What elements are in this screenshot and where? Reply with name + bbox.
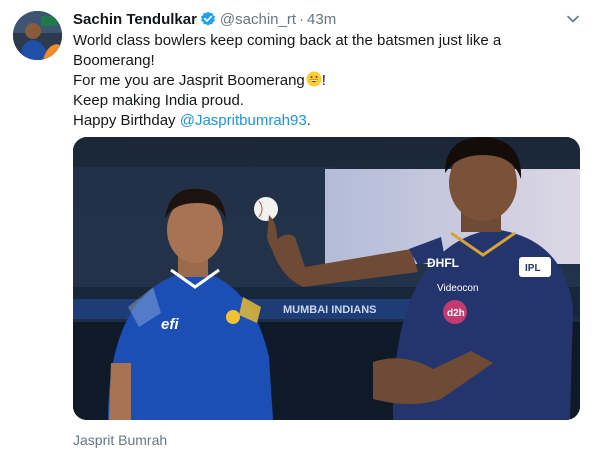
photo-tag-caption[interactable]: Jasprit Bumrah <box>73 432 167 448</box>
chevron-down-icon[interactable] <box>564 10 582 28</box>
jersey-right-sponsor-1: DHFL <box>427 256 459 270</box>
jersey-right-badge: IPL <box>525 263 541 274</box>
banner-text: MUMBAI INDIANS <box>283 304 377 316</box>
author-handle[interactable]: @sachin_rt <box>220 11 296 28</box>
jersey-right-sponsor-2: Videocon <box>437 283 479 294</box>
mention-link[interactable]: @Jaspritbumrah93 <box>180 112 307 129</box>
tweet-line-3: Keep making India proud. <box>73 92 244 109</box>
tweet-line-2: For me you are Jasprit Boomerang! <box>73 71 573 91</box>
separator-dot: · <box>299 10 305 28</box>
tweet-photo[interactable]: MUMBAI INDIANS efi DHFL Videocon d2h IPL <box>73 137 580 420</box>
tweet-line-4-prefix: Happy Birthday <box>73 112 180 129</box>
tweet-line-2-end: ! <box>321 72 326 89</box>
tweet-text: World class bowlers keep coming back at … <box>73 31 573 131</box>
author-avatar[interactable] <box>13 11 62 60</box>
grinning-face-emoji-icon <box>306 71 322 87</box>
tweet-header: Sachin Tendulkar @sachin_rt · 43m <box>73 9 336 29</box>
tweet-card[interactable]: Sachin Tendulkar @sachin_rt · 43m World … <box>0 0 598 454</box>
jersey-right-sponsor-3: d2h <box>447 308 465 319</box>
tweet-line-4: Happy Birthday @Jaspritbumrah93. <box>73 111 573 131</box>
jersey-left-logo: efi <box>161 316 179 333</box>
tweet-line-2-text: For me you are Jasprit Boomerang <box>73 72 305 89</box>
verified-badge-icon <box>200 11 216 27</box>
tweet-line-4-suffix: . <box>306 112 311 129</box>
author-name[interactable]: Sachin Tendulkar <box>73 11 197 28</box>
tweet-line-1: World class bowlers keep coming back at … <box>73 32 502 69</box>
tweet-timestamp[interactable]: 43m <box>307 11 336 28</box>
